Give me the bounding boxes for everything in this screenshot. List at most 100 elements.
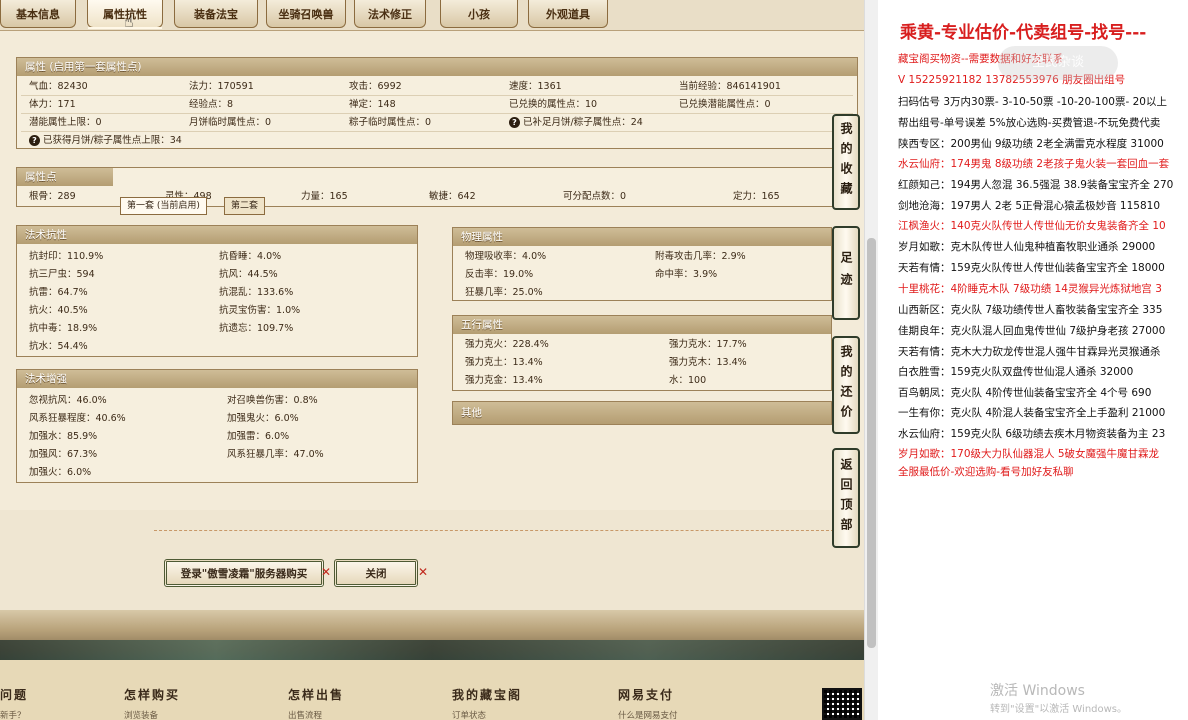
points-title: 属性点 (17, 168, 113, 186)
enhance-item: 加强风：67.3% (29, 449, 98, 460)
element-item: 强力克金：13.4% (465, 375, 543, 386)
ad-line: 红颜知己：194男人忽混 36.5强混 38.9装备宝宝齐全 270 (898, 179, 1174, 191)
attributes-page: 属性 (启用第一套属性点) 气血：82430 法力：170591 攻击：6992… (0, 30, 864, 510)
tab-child[interactable]: 小孩 (440, 0, 518, 28)
game-panel: 基本信息 属性抗性 装备法宝 坐骑召唤兽 法术修正 小孩 外观道具 ☝ 属性 (… (0, 0, 864, 720)
point-constitution: 根骨：289 (29, 191, 76, 202)
ad-line: 全服最低价-欢迎选购-看号加好友私聊 (898, 466, 1074, 478)
enhance-item: 风系狂暴几率：47.0% (227, 449, 324, 460)
attr-potential-cap: 潜能属性上限：0 (29, 117, 102, 128)
ad-line: 剑地沧海：197男人 2老 5正骨混心猿孟极妙音 115810 (898, 200, 1160, 212)
side-my-bargain-button[interactable]: 我的还价 (832, 336, 860, 434)
enhance-item: 风系狂暴程度：40.6% (29, 413, 126, 424)
attr-exp: 当前经验：846141901 (679, 81, 781, 92)
tab-basic-info[interactable]: 基本信息 (0, 0, 76, 28)
resist-item: 抗昏睡：4.0% (219, 251, 282, 262)
attr-speed: 速度：1361 (509, 81, 562, 92)
side-label: 我的还价 (839, 345, 853, 425)
attr-points-cap-note: ? 已获得月饼/粽子属性点上限：34 (29, 134, 182, 148)
attr-attack: 攻击：6992 (349, 81, 402, 92)
resist-item: 抗火：40.5% (29, 305, 88, 316)
subtab-set-one[interactable]: 第一套 (当前启用) (120, 197, 207, 215)
resist-item: 抗遗忘：109.7% (219, 323, 294, 334)
ad-line: 十里桃花：4阶睡克木队 7级功绩 14灵猴异光炼狱地宫 3 (898, 283, 1162, 295)
physical-item: 物理吸收率：4.0% (465, 251, 547, 262)
footer-heading[interactable]: 我的藏宝阁 (452, 686, 522, 703)
element-item: 强力克水：17.7% (669, 339, 747, 350)
divider (21, 95, 853, 96)
side-label: 我的收藏 (839, 122, 853, 202)
footer-heading[interactable]: 怎样出售 (288, 686, 344, 703)
footer-heading[interactable]: 网易支付 (618, 686, 674, 703)
elements-title: 五行属性 (453, 316, 831, 334)
enhance-item: 加强鬼火：6.0% (227, 413, 299, 424)
divider (21, 131, 853, 132)
physical-item: 反击率：19.0% (465, 269, 534, 280)
resist-item: 抗雷：64.7% (29, 287, 88, 298)
attr-hp: 气血：82430 (29, 81, 88, 92)
enhance-item: 加强雷：6.0% (227, 431, 290, 442)
resist-item: 抗混乱：133.6% (219, 287, 294, 298)
attr-exp-points: 经验点：8 (189, 99, 234, 110)
ad-line: 帮出组号-单号误差 5%放心选购-买费管退-不玩免费代卖 (898, 117, 1161, 129)
side-footprint-button[interactable]: 足迹 (832, 226, 860, 320)
element-item: 水：100 (669, 375, 707, 386)
ad-line: 天若有情：159克火队传世人传世仙装备宝宝齐全 18000 (898, 262, 1165, 274)
footer-link[interactable]: 订单状态 (452, 709, 486, 720)
footer-link[interactable]: 浏览装备 (124, 709, 158, 720)
help-icon[interactable]: ? (509, 117, 520, 128)
ad-line: 水云仙府：159克火队 6级功绩去疾木月物资装备为主 23 (898, 428, 1166, 440)
ad-line: 陕西专区：200男仙 9级功绩 2老全满雷克水程度 31000 (898, 138, 1164, 150)
spell-enhance-title: 法术增强 (17, 370, 417, 388)
ad-line: 扫码估号 3万内30票- 3-10-50票 -10-20-100票- 20以上 (898, 96, 1167, 108)
element-item: 强力克火：228.4% (465, 339, 549, 350)
qr-code-icon (822, 688, 862, 720)
point-focus: 定力：165 (733, 191, 780, 202)
ad-panel: 乘黄-专业估价-代卖组号-找号--- 藏宝阁买物资--需要数据和好友联系 V 15… (878, 0, 1188, 720)
tab-spell-correction[interactable]: 法术修正 (354, 0, 426, 28)
ad-line: 天若有情：克木大力砍龙传世混人强牛甘霖异光灵猴通杀 (898, 346, 1161, 358)
tab-mounts-pets[interactable]: 坐骑召唤兽 (266, 0, 346, 28)
login-buy-button[interactable]: 登录"傲雪凌霜"服务器购买 (164, 559, 324, 587)
point-agility: 敏捷：642 (429, 191, 476, 202)
help-icon[interactable]: ? (29, 135, 40, 146)
other-box: 其他 (452, 401, 832, 425)
enhance-item: 加强火：6.0% (29, 467, 92, 478)
windows-activation-text: 激活 Windows (990, 683, 1085, 699)
enhance-item: 忽视抗风：46.0% (29, 395, 107, 406)
resist-item: 抗封印：110.9% (29, 251, 104, 262)
attr-mp: 法力：170591 (189, 81, 254, 92)
footer-link[interactable]: 什么是网易支付 (618, 709, 678, 720)
scrollbar-thumb[interactable] (867, 238, 876, 648)
physical-item: 附毒攻击几率：2.9% (655, 251, 746, 262)
spell-resist-title: 法术抗性 (17, 226, 417, 244)
resist-item: 抗水：54.4% (29, 341, 88, 352)
divider (154, 530, 834, 531)
point-strength: 力量：165 (301, 191, 348, 202)
watermark: 全民杂谈 (998, 46, 1118, 80)
tab-bar: 基本信息 属性抗性 装备法宝 坐骑召唤兽 法术修正 小孩 外观道具 ☝ (0, 0, 864, 30)
side-back-to-top-button[interactable]: 返回顶部 (832, 448, 860, 548)
attr-meditation: 禅定：148 (349, 99, 396, 110)
footer-link[interactable]: 新手？ (0, 709, 26, 720)
ad-line: 岁月如歌：170级大力队仙器混人 5破女魔强牛魔甘霖龙 (898, 448, 1160, 460)
element-item: 强力克土：13.4% (465, 357, 543, 368)
point-unassigned: 可分配点数：0 (563, 191, 627, 202)
tab-appearance[interactable]: 外观道具 (528, 0, 608, 28)
side-favorites-button[interactable]: 我的收藏 (832, 114, 860, 210)
attr-filled-points: ? 已补足月饼/粽子属性点：24 (509, 116, 643, 130)
attr-stamina: 体力：171 (29, 99, 76, 110)
subtab-set-two[interactable]: 第二套 (224, 197, 266, 215)
ad-line: 白衣胜雪：159克火队双盘传世仙混人通杀 32000 (898, 366, 1134, 378)
attr-zongzi-temp: 粽子临时属性点：0 (349, 117, 432, 128)
side-label: 返回顶部 (839, 458, 853, 538)
footer-heading[interactable]: 怎样购买 (124, 686, 180, 703)
windows-activation-subtext: 转到"设置"以激活 Windows。 (990, 704, 1128, 715)
footer-heading[interactable]: 问题 (0, 686, 28, 703)
enhance-item: 加强水：85.9% (29, 431, 98, 442)
close-button[interactable]: 关闭 (334, 559, 418, 587)
footer-link[interactable]: 出售流程 (288, 709, 322, 720)
attr-exchanged-potential: 已兑换潜能属性点：0 (679, 99, 771, 110)
tab-equipment[interactable]: 装备法宝 (174, 0, 258, 28)
element-item: 强力克木：13.4% (669, 357, 747, 368)
